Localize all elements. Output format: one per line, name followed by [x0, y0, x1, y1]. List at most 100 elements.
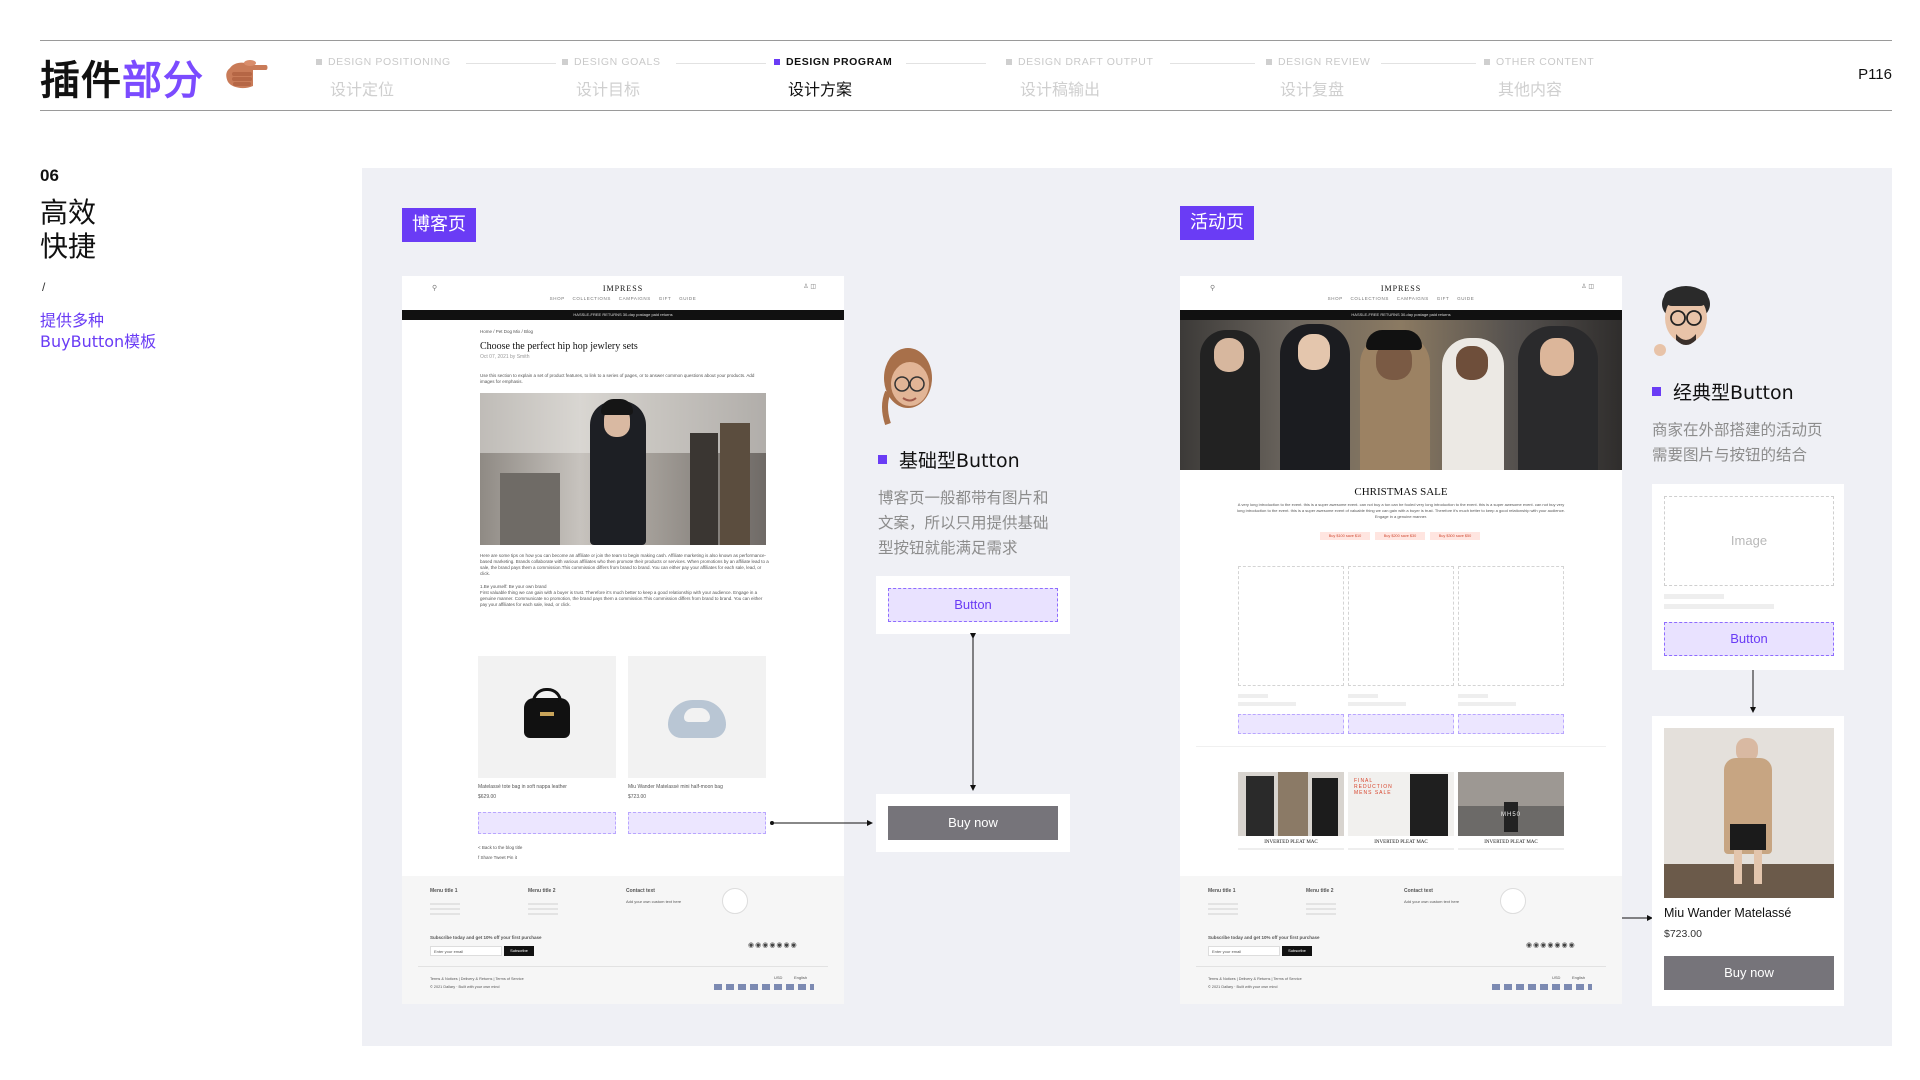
classic-product-card: Miu Wander Matelassé $723.00 Buy now: [1652, 716, 1844, 1006]
blog-mock-brand: IMPRESS: [602, 284, 644, 293]
footer-menu-title-2: Menu title 2: [528, 888, 556, 894]
classic-product-price: $723.00: [1664, 928, 1702, 940]
footer-copyright: © 2021 Dallary · Built with your own min…: [1208, 985, 1278, 989]
image-placeholder: Image: [1664, 496, 1834, 586]
footer-menu-title-1: Menu title 1: [430, 888, 458, 894]
buy-now-button[interactable]: Buy now: [888, 806, 1058, 840]
step-other-content[interactable]: OTHER CONTENT 其他内容: [1484, 56, 1594, 100]
blog-post-title: Choose the perfect hip hop jewlery sets: [480, 341, 638, 352]
share-links[interactable]: f Share Tweet Pin it: [478, 854, 517, 861]
event-mock-nav: SHOP COLLECTIONS CAMPAIGNS GIFT GUIDE: [1327, 296, 1475, 301]
pointing-hand-icon: [226, 60, 268, 89]
blog-mock-navbar: ⚲ IMPRESS SHOP COLLECTIONS CAMPAIGNS GIF…: [402, 276, 844, 310]
product-image-tote: [478, 656, 616, 778]
girl-avatar-icon: [882, 348, 932, 425]
classic-button-title: 经典型Button: [1652, 378, 1794, 405]
event-card-image-2: FINAL REDUCTION MENS SALE: [1348, 772, 1454, 836]
step-design-review[interactable]: DESIGN REVIEW 设计复盘: [1266, 56, 1370, 100]
product-name-tote: Matelassé tote bag in soft nappa leather: [478, 784, 567, 790]
classic-button-description: 商家在外部搭建的活动页 需要图片与按钮的结合: [1652, 421, 1823, 464]
footer-email-input[interactable]: Enter your email: [1208, 946, 1280, 956]
event-buy-button-slot-2[interactable]: [1348, 714, 1454, 734]
footer-language-select[interactable]: English: [1572, 974, 1585, 981]
blog-body-text-2: First valuable thing we can gain with a …: [480, 590, 763, 607]
blog-intro-text: Use this section to explain a set of pro…: [480, 373, 755, 384]
event-buy-button-slot-1[interactable]: [1238, 714, 1344, 734]
blog-post-meta: Oct 07, 2021 by Smith: [480, 354, 530, 360]
event-card-caption-1: INVERTED PLEAT MAC: [1264, 840, 1318, 845]
mh50-overlay: MH50: [1500, 812, 1521, 818]
classic-button-example[interactable]: Button: [1664, 622, 1834, 656]
footer-legal-links[interactable]: Terms & Notices | Delivery & Returns | T…: [430, 976, 524, 983]
blog-mock-footer: Menu title 1 Menu title 2 Contact text A…: [402, 876, 844, 1004]
section-subtitle: 提供多种 BuyButton模板: [40, 311, 157, 351]
step-design-draft-output[interactable]: DESIGN DRAFT OUTPUT 设计稿输出: [1006, 56, 1153, 100]
event-hero-photo: [1180, 320, 1622, 470]
man-avatar-icon: [1654, 286, 1710, 356]
basic-button-example[interactable]: Button: [888, 588, 1058, 622]
event-page-mockup: ⚲ IMPRESS SHOP COLLECTIONS CAMPAIGNS GIF…: [1180, 276, 1622, 1004]
footer-currency-select[interactable]: USD: [1552, 974, 1560, 981]
header-bottom-rule: [40, 110, 1892, 111]
step-design-goals[interactable]: DESIGN GOALS 设计目标: [562, 56, 661, 100]
footer-contact-title: Contact text: [1404, 888, 1433, 894]
mens-sale-overlay: FINAL REDUCTION MENS SALE: [1354, 778, 1393, 796]
basic-button-card: Button: [876, 576, 1070, 634]
blog-buy-button-slot-2[interactable]: [628, 812, 766, 834]
blog-announcement-bar: HASSLE-FREE RETURNS 30-day postage paid …: [402, 310, 844, 320]
blog-page-mockup: ⚲ IMPRESS SHOP COLLECTIONS CAMPAIGNS GIF…: [402, 276, 844, 1004]
section-title: 高效 快捷: [40, 196, 97, 263]
event-sale-title: CHRISTMAS SALE: [1354, 486, 1448, 498]
footer-email-input[interactable]: Enter your email: [430, 946, 502, 956]
footer-logo-badge: [722, 888, 748, 914]
promo-chip-1[interactable]: Buy $100 save $10: [1320, 532, 1370, 540]
footer-contact-title: Contact text: [626, 888, 655, 894]
footer-subscribe-button[interactable]: Subscribe: [504, 946, 534, 956]
product-placeholder-3: [1458, 566, 1564, 686]
social-icons[interactable]: ◉◉◉◉◉◉◉: [748, 942, 798, 949]
product-name-half-moon: Miu Wander Matelassé mini half-moon bag: [628, 784, 723, 790]
step-design-program[interactable]: DESIGN PROGRAM 设计方案: [774, 56, 892, 100]
payment-icons: [714, 984, 814, 990]
footer-contact-text: Add your own custom text here: [1404, 899, 1460, 904]
classic-button-card: Image Button: [1652, 484, 1844, 670]
classic-buy-now-button[interactable]: Buy now: [1664, 956, 1834, 990]
blog-body-text: Here are some tips on how you can become…: [480, 553, 769, 576]
event-mock-brand: IMPRESS: [1380, 284, 1422, 293]
buy-now-card: Buy now: [876, 794, 1070, 852]
footer-subscribe-text: Subscribe today and get 10% off your fir…: [1208, 935, 1320, 940]
back-to-blog-link[interactable]: < Back to the blog title: [478, 844, 522, 851]
payment-icons: [1492, 984, 1592, 990]
classic-product-photo: [1664, 728, 1834, 898]
social-icons[interactable]: ◉◉◉◉◉◉◉: [1526, 942, 1576, 949]
blog-page-tag: 博客页: [402, 208, 476, 242]
event-sale-text: A very long introduction to the event. t…: [1237, 502, 1565, 519]
account-cart-icons: ♙ ◫: [1581, 284, 1594, 290]
footer-currency-select[interactable]: USD: [774, 974, 782, 981]
progress-steps: DESIGN POSITIONING 设计定位 DESIGN GOALS 设计目…: [316, 56, 1606, 100]
event-card-caption-3: INVERTED PLEAT MAC: [1484, 840, 1538, 845]
footer-menu-title-2: Menu title 2: [1306, 888, 1334, 894]
blog-buy-button-slot-1[interactable]: [478, 812, 616, 834]
footer-logo-badge: [1500, 888, 1526, 914]
footer-language-select[interactable]: English: [794, 974, 807, 981]
basic-button-title: 基础型Button: [878, 446, 1020, 473]
classic-product-name: Miu Wander Matelassé: [1664, 906, 1792, 920]
page-number: P116: [1858, 66, 1892, 83]
footer-copyright: © 2021 Dallary · Built with your own min…: [430, 985, 500, 989]
event-card-image-1: [1238, 772, 1344, 836]
event-page-tag: 活动页: [1180, 206, 1254, 240]
footer-subscribe-button[interactable]: Subscribe: [1282, 946, 1312, 956]
step-design-positioning[interactable]: DESIGN POSITIONING 设计定位: [316, 56, 451, 100]
event-announcement-bar: HASSLE-FREE RETURNS 30-day postage paid …: [1180, 310, 1622, 320]
promo-chip-2[interactable]: Buy $200 save $30: [1375, 532, 1425, 540]
event-buy-button-slot-3[interactable]: [1458, 714, 1564, 734]
product-image-half-moon: [628, 656, 766, 778]
section-number: 06: [40, 166, 59, 185]
promo-chip-3[interactable]: Buy $300 save $50: [1430, 532, 1480, 540]
product-placeholder-2: [1348, 566, 1454, 686]
event-mock-navbar: ⚲ IMPRESS SHOP COLLECTIONS CAMPAIGNS GIF…: [1180, 276, 1622, 310]
blog-hero-photo: [480, 393, 766, 545]
footer-menu-title-1: Menu title 1: [1208, 888, 1236, 894]
footer-legal-links[interactable]: Terms & Notices | Delivery & Returns | T…: [1208, 976, 1302, 983]
